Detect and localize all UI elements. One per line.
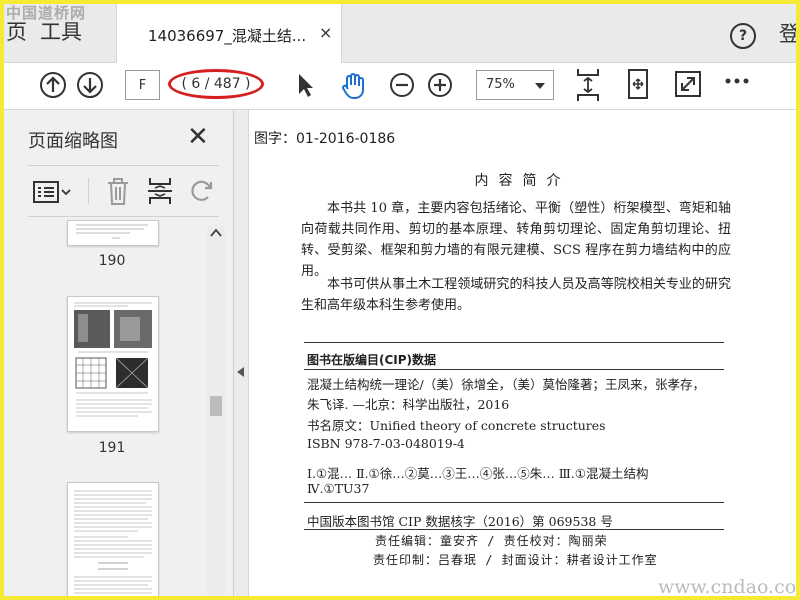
paragraph: 本书共 10 章，主要内容包括绪论、平衡（塑性）桁架模型、弯矩和轴向荷载共同作用… <box>301 201 731 279</box>
help-icon[interactable]: ? <box>730 23 756 49</box>
select-cursor-icon[interactable] <box>294 71 316 99</box>
tab-document[interactable]: 14036697_混凝土结... × <box>116 4 342 63</box>
fullscreen-icon[interactable] <box>674 69 702 99</box>
cip-number: 中国版本图书馆 CIP 数据核字（2016）第 069538 号 <box>307 514 613 529</box>
page-thumbnail[interactable] <box>67 296 159 432</box>
divider <box>28 216 219 217</box>
thumbnail-page-number: 191 <box>98 440 126 456</box>
delete-page-icon[interactable] <box>104 176 132 206</box>
scroll-up-icon[interactable] <box>210 228 222 238</box>
toolbar: F ( 6 / 487 ) 75% <box>4 63 796 110</box>
page-thumbnail[interactable] <box>67 482 159 596</box>
panel-collapse-handle[interactable] <box>234 110 249 596</box>
rotate-fit-icon[interactable] <box>624 68 652 100</box>
cip-line: Ⅰ.①混… Ⅱ.①徐…②莫…③王…④张…⑤朱… Ⅲ.①混凝土结构 <box>307 466 649 481</box>
thumbnail-page-number: 190 <box>98 253 126 269</box>
cip-line: 书名原文：Unified theory of concrete structur… <box>307 418 606 433</box>
tab-document-title: 14036697_混凝土结... <box>148 27 307 45</box>
paragraph: 本书可供从事土木工程领域研究的科技人员及高等院校相关专业的研究生和高年级本科生参… <box>301 277 731 313</box>
hand-tool-icon[interactable] <box>338 71 368 101</box>
panel-toolbar <box>4 170 233 212</box>
tab-bar: 页 工具 14036697_混凝土结... × ? 登 中国道桥网 <box>4 4 796 63</box>
thumbnail-scrollbar[interactable] <box>207 226 225 596</box>
credit-line: 责任编辑：童安齐 / 责任校对：陶丽荣 <box>375 534 608 548</box>
cip-heading: 图书在版编目(CIP)数据 <box>307 353 437 367</box>
scrollbar-thumb[interactable] <box>210 396 222 416</box>
prev-page-icon[interactable] <box>39 71 67 99</box>
chevron-down-icon <box>535 83 545 89</box>
close-panel-icon[interactable]: ✕ <box>187 124 209 150</box>
thumbnail-options-icon[interactable] <box>32 180 72 204</box>
zoom-select[interactable]: 75% <box>476 70 554 100</box>
sign-in-button[interactable]: 登 <box>779 18 796 48</box>
thumbnail-preview <box>74 302 152 417</box>
page-number-input[interactable]: F <box>125 70 160 100</box>
cip-line: Ⅳ.①TU37 <box>307 481 370 496</box>
collapse-left-icon <box>237 367 244 377</box>
page-header: 图字：01-2016-0186 <box>254 131 396 147</box>
document-page: 图字：01-2016-0186 内容简介 本书共 10 章，主要内容包括绪论、平… <box>249 110 796 596</box>
rotate-page-icon[interactable] <box>188 177 216 205</box>
more-icon[interactable] <box>724 77 750 85</box>
credit-line: 责任印制：吕春珉 / 封面设计：耕者设计工作室 <box>373 553 658 567</box>
divider <box>88 178 89 204</box>
divider <box>304 502 724 503</box>
panel-title: 页面缩略图 <box>28 131 118 152</box>
cip-line: 朱飞译. —北京：科学出版社，2016 <box>307 397 510 412</box>
next-page-icon[interactable] <box>76 71 104 99</box>
close-tab-icon[interactable]: × <box>319 23 332 42</box>
thumbnail-preview <box>76 224 148 239</box>
app-window: 页 工具 14036697_混凝土结... × ? 登 中国道桥网 F ( 6 … <box>0 0 800 600</box>
page-count-indicator: ( 6 / 487 ) <box>168 69 264 99</box>
cip-line: 混凝土结构统一理论/（美）徐增全，（美）莫怡隆著；王凤来，张孝存， <box>307 377 705 392</box>
thumbnail-preview <box>74 490 152 594</box>
divider <box>304 529 724 530</box>
cip-line: ISBN 978-7-03-048019-4 <box>307 436 465 451</box>
page-thumbnail[interactable] <box>67 220 159 246</box>
zoom-value: 75% <box>486 77 515 92</box>
watermark-url: www.cndao.com <box>658 576 800 598</box>
zoom-out-icon[interactable] <box>388 71 416 99</box>
watermark-logo: 中国道桥网 <box>6 4 87 22</box>
zoom-in-icon[interactable] <box>426 71 454 99</box>
divider <box>304 369 724 370</box>
page-fit-icon[interactable] <box>574 67 602 103</box>
divider <box>28 165 219 166</box>
page-title: 内容简介 <box>474 173 571 189</box>
thumbnail-panel: 页面缩略图 ✕ 190 191 <box>4 110 234 596</box>
extract-page-icon[interactable] <box>146 176 174 206</box>
divider <box>304 342 724 343</box>
